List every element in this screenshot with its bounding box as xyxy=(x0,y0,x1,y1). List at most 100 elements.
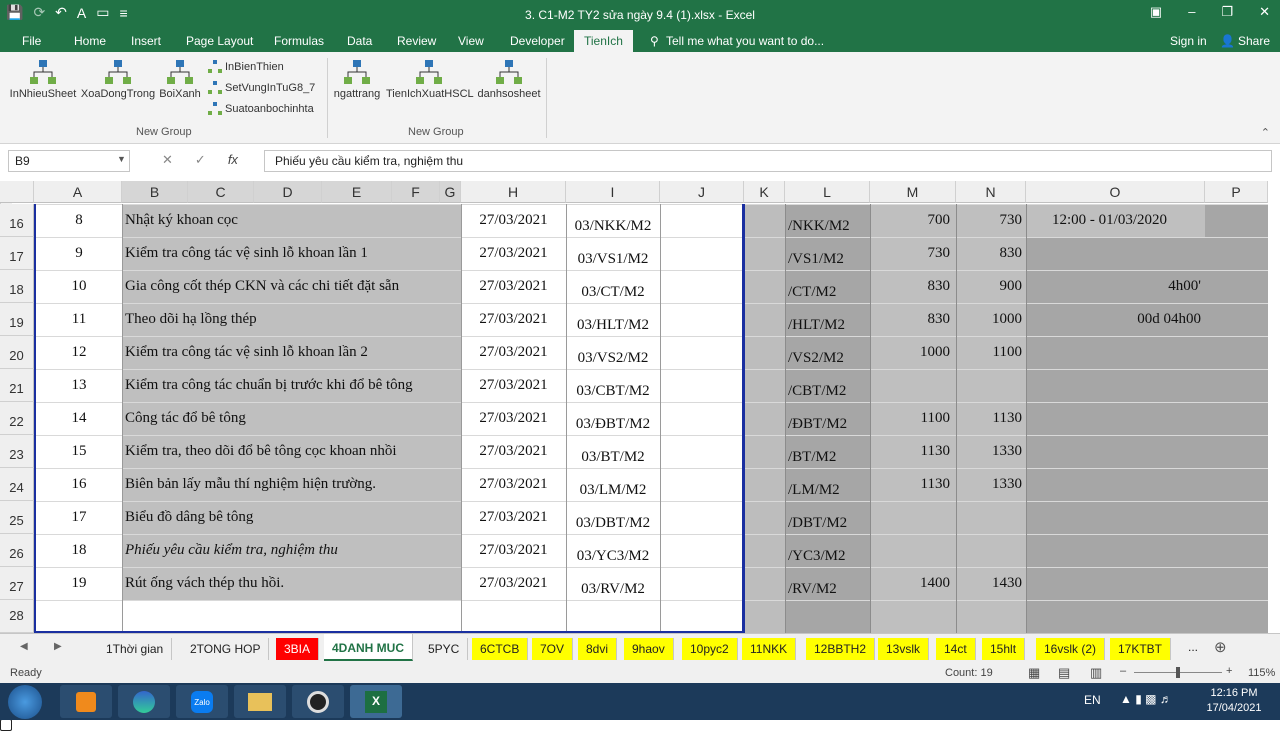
cell-a[interactable]: 8 xyxy=(36,204,122,237)
row-header-26[interactable]: 26 xyxy=(0,534,34,567)
cell-n[interactable]: 1330 xyxy=(956,468,1024,501)
cell-n[interactable] xyxy=(956,369,1024,402)
row-header-28[interactable]: 28 xyxy=(0,600,34,633)
cell-b[interactable]: Kiểm tra công tác vệ sinh lỗ khoan lần 2 xyxy=(125,336,461,369)
name-box[interactable]: B9 xyxy=(8,150,130,172)
scroll-left-icon[interactable]: ◀ xyxy=(20,641,28,652)
zoom-thumb[interactable] xyxy=(1176,667,1180,678)
share-button[interactable]: Share xyxy=(1238,34,1270,48)
cell-m[interactable] xyxy=(870,534,954,567)
cell-b[interactable]: Kiểm tra, theo dõi đổ bê tông cọc khoan … xyxy=(125,435,461,468)
restore-icon[interactable]: ❐ xyxy=(1221,4,1233,20)
cell-m[interactable]: 830 xyxy=(870,270,954,303)
cell-h[interactable]: 27/03/2021 xyxy=(461,237,566,270)
cell-b[interactable]: Kiểm tra công tác vệ sinh lỗ khoan lần 1 xyxy=(125,237,461,270)
cell-n[interactable]: 1100 xyxy=(956,336,1024,369)
sheet-tab[interactable]: 6CTCB xyxy=(472,638,529,660)
column-header-f[interactable]: F xyxy=(392,181,440,203)
cell-i[interactable]: 03/RV/M2 xyxy=(566,567,660,600)
row-header-16[interactable]: 16 xyxy=(0,204,34,237)
cell-a[interactable]: 14 xyxy=(36,402,122,435)
ribbon-small-inbienthien[interactable]: InBienThien xyxy=(208,60,284,74)
cell-h[interactable]: 27/03/2021 xyxy=(461,435,566,468)
sheet-tab[interactable]: 5PYC xyxy=(420,638,469,660)
column-header-i[interactable]: I xyxy=(566,181,660,203)
tab-home[interactable]: Home xyxy=(74,34,106,48)
worksheet-grid[interactable]: A B C D E F G H I J K L M N O P 16 8 Nhật ký khoan cọc 27/0… xyxy=(0,181,1280,731)
ribbon-button-xoadongtrong[interactable]: XoaDongTrong xyxy=(80,58,156,100)
ribbon-display-icon[interactable]: ▣ xyxy=(1150,4,1162,20)
cell-b[interactable]: Biểu đồ dâng bê tông xyxy=(125,501,461,534)
tab-review[interactable]: Review xyxy=(397,34,436,48)
cell-o[interactable] xyxy=(1030,534,1205,567)
sheet-tab[interactable]: 3BIA xyxy=(276,638,320,660)
cell-m[interactable]: 1130 xyxy=(870,468,954,501)
cell-i[interactable]: 03/HLT/M2 xyxy=(566,303,660,336)
column-header-e[interactable]: E xyxy=(322,181,392,203)
tab-file[interactable]: File xyxy=(22,34,41,48)
column-header-n[interactable]: N xyxy=(956,181,1026,203)
cell-i[interactable]: 03/CT/M2 xyxy=(566,270,660,303)
cell-l[interactable]: /CBT/M2 xyxy=(788,369,870,402)
cell-i[interactable]: 03/LM/M2 xyxy=(566,468,660,501)
cell-a[interactable]: 18 xyxy=(36,534,122,567)
sheet-tab[interactable]: 10pyc2 xyxy=(682,638,738,660)
cell-a[interactable]: 11 xyxy=(36,303,122,336)
cell-h[interactable]: 27/03/2021 xyxy=(461,303,566,336)
cell-n[interactable] xyxy=(956,600,1024,633)
ribbon-button-tienichxuathscl[interactable]: TienIchXuatHSCL xyxy=(386,58,474,100)
row-header-24[interactable]: 24 xyxy=(0,468,34,501)
cell-i[interactable]: 03/DBT/M2 xyxy=(566,501,660,534)
cell-i[interactable]: 03/VS1/M2 xyxy=(566,237,660,270)
zoom-out-icon[interactable]: – xyxy=(1120,665,1126,677)
recorder-icon[interactable] xyxy=(292,685,344,718)
tab-data[interactable]: Data xyxy=(347,34,372,48)
cell-m[interactable]: 1400 xyxy=(870,567,954,600)
cell-n[interactable]: 900 xyxy=(956,270,1024,303)
column-header-d[interactable]: D xyxy=(254,181,322,203)
cell-h[interactable]: 27/03/2021 xyxy=(461,204,566,237)
sheet-tab[interactable]: 16vslk (2) xyxy=(1036,638,1106,660)
column-header-m[interactable]: M xyxy=(870,181,956,203)
sheet-tab[interactable]: 1Thời gian xyxy=(98,638,173,660)
cell-b[interactable]: Theo dõi hạ lồng thép xyxy=(125,303,461,336)
tab-developer[interactable]: Developer xyxy=(510,34,565,48)
cell-n[interactable]: 1330 xyxy=(956,435,1024,468)
cell-h[interactable]: 27/03/2021 xyxy=(461,369,566,402)
ribbon-button-boixanh[interactable]: BoiXanh xyxy=(158,58,202,100)
cell-m[interactable]: 1100 xyxy=(870,402,954,435)
cell-m[interactable]: 1000 xyxy=(870,336,954,369)
cell-l[interactable] xyxy=(788,600,870,633)
cell-m[interactable] xyxy=(870,501,954,534)
row-header-22[interactable]: 22 xyxy=(0,402,34,435)
cell-l[interactable]: /VS2/M2 xyxy=(788,336,870,369)
sheet-tab[interactable]: 2TONG HOP xyxy=(182,638,270,660)
cell-o[interactable]: 12:00 - 01/03/2020 xyxy=(1030,204,1205,237)
tab-insert[interactable]: Insert xyxy=(131,34,161,48)
media-player-icon[interactable] xyxy=(60,685,112,718)
collapse-ribbon-icon[interactable]: ⌃ xyxy=(1261,126,1270,139)
name-box-dropdown-icon[interactable]: ▼ xyxy=(117,154,126,164)
clock-date[interactable]: 17/04/2021 xyxy=(1206,702,1262,714)
cell-o[interactable] xyxy=(1030,435,1205,468)
cell-o[interactable] xyxy=(1030,237,1205,270)
clock-time[interactable]: 12:16 PM xyxy=(1206,687,1262,699)
zoom-in-icon[interactable]: + xyxy=(1226,665,1232,677)
cell-a[interactable]: 13 xyxy=(36,369,122,402)
sheet-tab[interactable]: 12BBTH2 xyxy=(806,638,876,660)
cell-h[interactable]: 27/03/2021 xyxy=(461,270,566,303)
page-break-view-icon[interactable]: ▥ xyxy=(1090,665,1102,681)
cell-l[interactable]: /VS1/M2 xyxy=(788,237,870,270)
cell-m[interactable] xyxy=(870,600,954,633)
input-language[interactable]: EN xyxy=(1084,693,1101,707)
file-explorer-icon[interactable] xyxy=(234,685,286,718)
sheet-tab[interactable]: 11NKK xyxy=(742,638,797,660)
cell-m[interactable]: 830 xyxy=(870,303,954,336)
cell-l[interactable]: /CT/M2 xyxy=(788,270,870,303)
cell-b[interactable]: Kiểm tra công tác chuẩn bị trước khi đổ … xyxy=(125,369,461,402)
cell-b[interactable]: Công tác đổ bê tông xyxy=(125,402,461,435)
cell-o[interactable] xyxy=(1030,600,1205,633)
cell-n[interactable]: 1430 xyxy=(956,567,1024,600)
cell-m[interactable]: 730 xyxy=(870,237,954,270)
cell-i[interactable]: 03/ĐBT/M2 xyxy=(566,402,660,435)
